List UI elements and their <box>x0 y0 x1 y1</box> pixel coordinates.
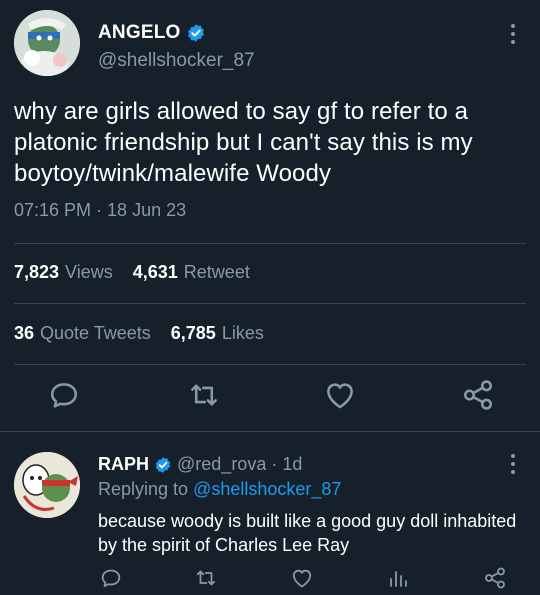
views-count[interactable]: 7,823 <box>14 262 59 283</box>
quote-count[interactable]: 36 <box>14 323 34 344</box>
likes-label[interactable]: Likes <box>222 323 264 344</box>
like-icon[interactable] <box>290 566 314 590</box>
retweet-label[interactable]: Retweet <box>184 262 250 283</box>
divider <box>14 364 526 365</box>
divider <box>14 243 526 244</box>
handle[interactable]: @shellshocker_87 <box>98 50 255 72</box>
views-label[interactable]: Views <box>65 262 113 283</box>
name-row: ANGELO <box>98 22 206 44</box>
replying-to-link[interactable]: @shellshocker_87 <box>193 479 341 499</box>
reply-text: because woody is built like a good guy d… <box>98 511 517 555</box>
reply-icon[interactable] <box>99 566 123 590</box>
views-icon[interactable] <box>386 566 410 590</box>
like-icon[interactable] <box>323 378 357 412</box>
share-icon[interactable] <box>461 378 495 412</box>
reply-avatar[interactable] <box>14 452 80 518</box>
reply-display-name[interactable]: RAPH <box>98 454 149 475</box>
reply-actions <box>0 566 540 594</box>
divider <box>14 303 526 304</box>
tweet-timestamp[interactable]: 07:16 PM · 18 Jun 23 <box>14 200 186 221</box>
display-name[interactable]: ANGELO <box>98 22 180 44</box>
quote-label[interactable]: Quote Tweets <box>40 323 151 344</box>
verified-badge-icon <box>188 24 205 42</box>
stats-row-views-retweets: 7,823 Views 4,631 Retweet <box>14 262 264 283</box>
reply-icon[interactable] <box>47 378 81 412</box>
retweet-icon[interactable] <box>187 378 221 412</box>
tweet-detail-screen: ANGELO @shellshocker_87 why are girls al… <box>0 0 540 595</box>
retweet-count[interactable]: 4,631 <box>133 262 178 283</box>
tweet-actions <box>0 378 540 418</box>
more-icon[interactable] <box>510 24 516 46</box>
stats-row-quotes-likes: 36 Quote Tweets 6,785 Likes <box>14 323 278 344</box>
verified-badge-icon <box>155 456 171 473</box>
main-tweet-header: ANGELO @shellshocker_87 <box>14 10 540 90</box>
replying-to: Replying to @shellshocker_87 <box>98 479 341 500</box>
replying-prefix: Replying to <box>98 479 189 499</box>
avatar[interactable] <box>14 10 80 76</box>
divider <box>0 431 540 432</box>
more-icon[interactable] <box>510 454 516 476</box>
share-icon[interactable] <box>483 566 507 590</box>
reply-handle-time[interactable]: @red_rova · 1d <box>177 454 302 475</box>
reply-header: RAPH @red_rova · 1d <box>98 454 302 475</box>
likes-count[interactable]: 6,785 <box>171 323 216 344</box>
retweet-icon[interactable] <box>194 566 218 590</box>
tweet-text: why are girls allowed to say gf to refer… <box>14 98 473 187</box>
